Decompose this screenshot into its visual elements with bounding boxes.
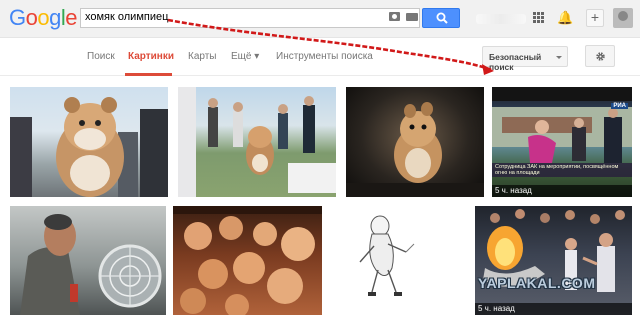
bell-icon[interactable]: 🔔 xyxy=(557,11,573,24)
hamster-dark-photo xyxy=(346,102,484,197)
logo-letter: e xyxy=(65,5,78,30)
apps-grid-icon[interactable] xyxy=(533,12,544,23)
search-box xyxy=(80,8,420,28)
search-icon xyxy=(436,12,448,24)
search-button[interactable] xyxy=(422,8,460,28)
safe-search-label: Безопасный поиск xyxy=(489,52,542,72)
image-result[interactable]: РИА Сотрудница ЗАК на мероприятии, посвя… xyxy=(492,87,632,197)
tab-more[interactable]: Ещё ▾ xyxy=(231,51,259,62)
channel-logo: РИА xyxy=(611,103,628,109)
keyboard-icon[interactable] xyxy=(406,13,418,21)
settings-button[interactable] xyxy=(585,45,615,67)
image-result[interactable] xyxy=(173,206,322,315)
image-result[interactable] xyxy=(330,206,467,315)
logo-letter: G xyxy=(9,5,26,30)
safe-search-button[interactable]: Безопасный поиск xyxy=(482,46,568,72)
image-result[interactable] xyxy=(346,87,484,197)
avatar[interactable] xyxy=(613,8,633,28)
tab-search[interactable]: Поиск xyxy=(87,51,115,62)
news-ticker: Сотрудница ЗАК на мероприятии, посвящённ… xyxy=(492,163,632,177)
logo-letter: o xyxy=(37,5,50,30)
time-caption: 5 ч. назад xyxy=(492,185,632,197)
hamster-toy-photo xyxy=(10,97,168,197)
image-result[interactable]: 5 ч. назад xyxy=(475,206,632,315)
image-result[interactable] xyxy=(10,87,168,197)
hamster-sketch-image xyxy=(359,215,415,296)
site-watermark: YAPLAKAL.COM xyxy=(478,275,596,291)
gear-icon xyxy=(596,52,605,61)
image-result[interactable] xyxy=(10,206,166,315)
man-with-fan-photo xyxy=(20,214,162,315)
tab-maps[interactable]: Карты xyxy=(188,51,217,62)
search-input[interactable] xyxy=(85,11,385,23)
plus-icon[interactable]: + xyxy=(586,9,604,27)
google-logo[interactable]: Google xyxy=(9,5,78,31)
crowd-with-hamster-photo xyxy=(178,87,336,197)
olympic-torch-photo xyxy=(483,209,625,292)
image-result[interactable] xyxy=(178,87,336,197)
active-tab-underline xyxy=(125,73,172,76)
camera-icon[interactable] xyxy=(389,12,400,21)
selfie-crowd-photo xyxy=(173,206,322,315)
top-bar: Google 🔔 + xyxy=(0,0,640,38)
user-name-blurred xyxy=(476,14,526,24)
tab-search-tools[interactable]: Инструменты поиска xyxy=(276,51,373,62)
search-nav: Поиск Картинки Карты Ещё ▾ Инструменты п… xyxy=(0,38,640,76)
tab-images[interactable]: Картинки xyxy=(128,51,174,62)
chevron-down-icon xyxy=(556,56,562,59)
time-caption: 5 ч. назад xyxy=(475,303,632,315)
logo-letter: o xyxy=(25,5,38,30)
logo-letter: g xyxy=(49,5,61,30)
